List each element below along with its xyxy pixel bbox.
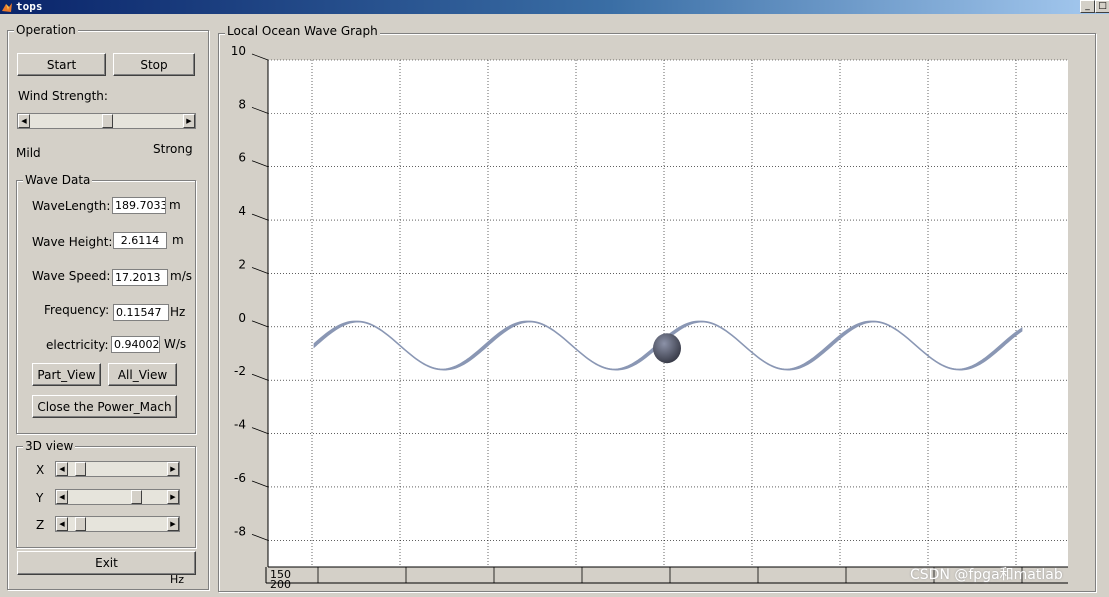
- wavelength-field[interactable]: 189.7033: [112, 197, 166, 214]
- x-rotation-slider[interactable]: ◀ ▶: [55, 461, 180, 477]
- wind-min-label: Mild: [16, 146, 41, 160]
- all-view-button[interactable]: All_View: [108, 363, 177, 386]
- slider-right-arrow-icon[interactable]: ▶: [183, 114, 195, 128]
- close-power-mach-button[interactable]: Close the Power_Mach: [32, 395, 177, 418]
- operation-panel-title: Operation: [14, 23, 78, 37]
- wavelength-label: WaveLength:: [32, 199, 111, 213]
- frequency-unit: Hz: [170, 305, 186, 319]
- slider-thumb[interactable]: [75, 517, 87, 531]
- matlab-logo-icon: [2, 3, 12, 12]
- watermark-text: CSDN @fpga和matlab: [910, 567, 1063, 583]
- x-axis-label: X: [36, 463, 45, 477]
- slider-thumb[interactable]: [131, 490, 142, 504]
- wave-speed-label: Wave Speed:: [32, 269, 111, 283]
- minimize-icon: _: [1085, 1, 1090, 11]
- window-title: tops: [16, 0, 43, 13]
- wave-height-label: Wave Height:: [32, 235, 113, 249]
- electricity-unit: W/s: [164, 337, 187, 351]
- title-bar: tops _ □: [0, 0, 1109, 14]
- minimize-button[interactable]: _: [1080, 0, 1095, 13]
- slider-left-arrow-icon[interactable]: ◀: [56, 462, 68, 476]
- maximize-button[interactable]: □: [1095, 0, 1109, 13]
- electricity-field[interactable]: 0.94002: [111, 336, 160, 353]
- y-rotation-slider[interactable]: ◀ ▶: [55, 489, 180, 505]
- wave-speed-field[interactable]: 17.2013: [112, 269, 168, 286]
- maximize-icon: □: [1098, 1, 1107, 11]
- frequency-field[interactable]: 0.11547: [113, 304, 169, 321]
- wave-speed-unit: m/s: [170, 269, 192, 283]
- wind-strength-label: Wind Strength:: [18, 89, 108, 103]
- wave-height-unit: m: [172, 233, 184, 247]
- slider-thumb[interactable]: [75, 462, 87, 476]
- z-axis-label: Z: [36, 518, 45, 532]
- stray-hz-label: Hz: [170, 573, 185, 586]
- z-rotation-slider[interactable]: ◀ ▶: [55, 516, 180, 532]
- slider-left-arrow-icon[interactable]: ◀: [56, 490, 68, 504]
- stop-button[interactable]: Stop: [113, 53, 195, 76]
- slider-right-arrow-icon[interactable]: ▶: [167, 517, 179, 531]
- exit-button[interactable]: Exit: [17, 551, 196, 575]
- y-axis-label: Y: [36, 491, 44, 505]
- wind-strength-slider[interactable]: ◀ ▶: [17, 113, 196, 129]
- slider-left-arrow-icon[interactable]: ◀: [56, 517, 68, 531]
- start-button[interactable]: Start: [17, 53, 106, 76]
- wave-graph-panel-title: Local Ocean Wave Graph: [225, 24, 380, 38]
- wave-data-panel-title: Wave Data: [23, 173, 93, 187]
- slider-right-arrow-icon[interactable]: ▶: [167, 462, 179, 476]
- electricity-label: electricity:: [46, 338, 109, 352]
- wave-graph-panel: Local Ocean Wave Graph: [218, 24, 1096, 592]
- frequency-label: Frequency:: [44, 303, 110, 317]
- slider-left-arrow-icon[interactable]: ◀: [18, 114, 30, 128]
- view3d-panel-title: 3D view: [23, 439, 76, 453]
- slider-right-arrow-icon[interactable]: ▶: [167, 490, 179, 504]
- part-view-button[interactable]: Part_View: [32, 363, 101, 386]
- wind-max-label: Strong: [153, 142, 193, 156]
- wave-height-field[interactable]: 2.6114: [113, 232, 167, 249]
- wavelength-unit: m: [169, 198, 181, 212]
- slider-thumb[interactable]: [102, 114, 113, 128]
